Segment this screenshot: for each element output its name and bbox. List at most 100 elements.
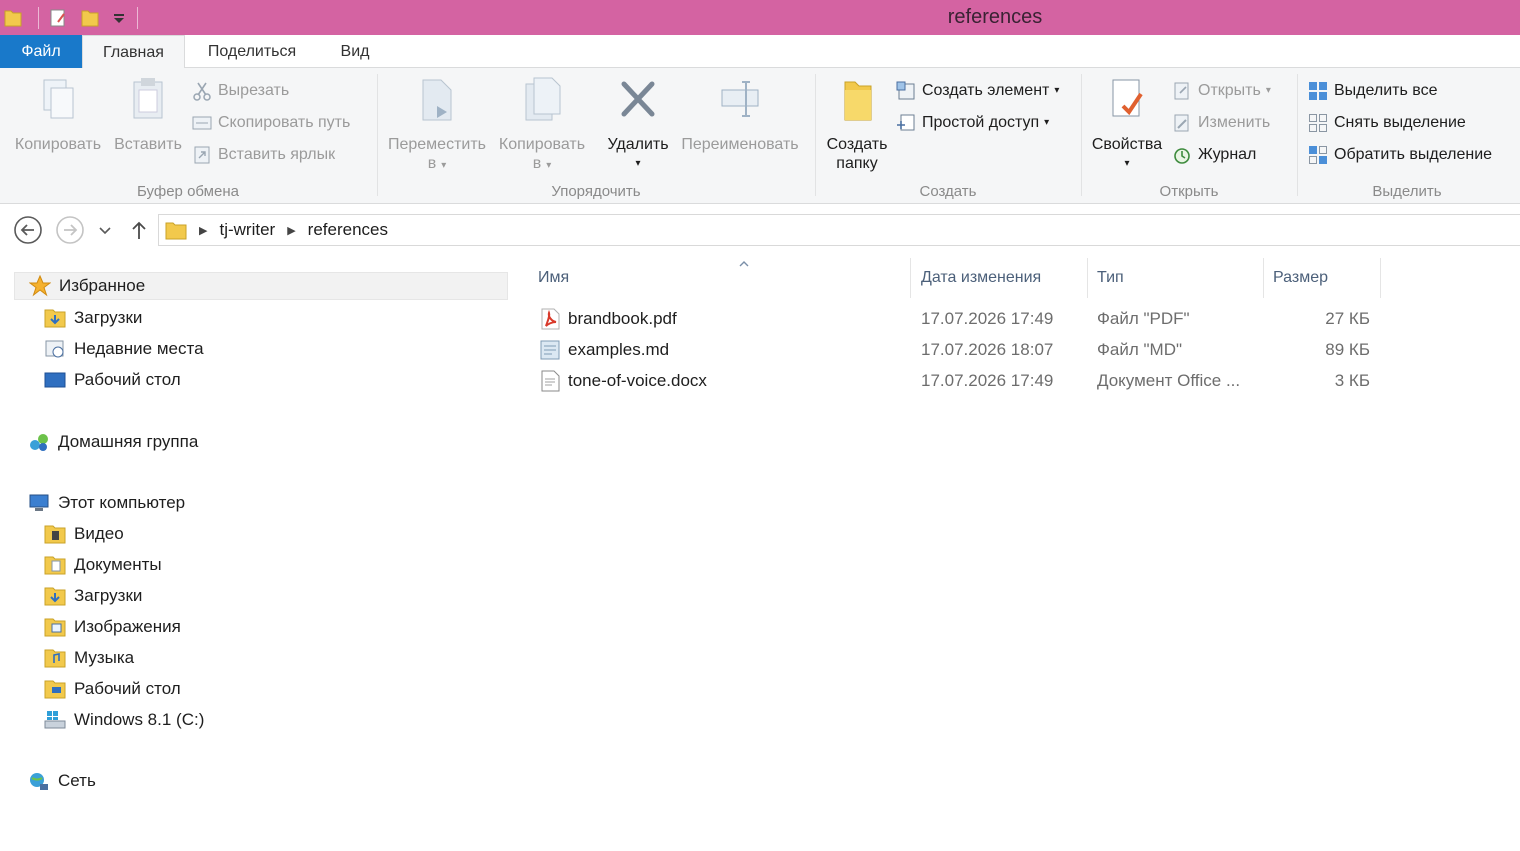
open-group-label: Открыть [1159, 183, 1219, 200]
file-row-examples[interactable]: examples.md 17.07.2026 18:07 Файл "MD" 8… [512, 335, 1392, 365]
recent-locations-button[interactable] [92, 215, 118, 245]
edit-icon [1174, 114, 1189, 132]
nav-this-pc[interactable]: Этот компьютер [28, 489, 185, 517]
nav-homegroup-label: Домашняя группа [58, 432, 199, 451]
breadcrumb-separator-icon[interactable]: ▶ [287, 224, 295, 237]
nav-item-label: Загрузки [74, 586, 143, 605]
paste-shortcut-button[interactable]: Вставить ярлык [192, 142, 335, 168]
copy-to-button[interactable]: Копировать в ▾ [492, 76, 592, 175]
open-dropdown-icon: ▾ [1265, 85, 1271, 96]
nav-documents[interactable]: Документы [44, 551, 162, 579]
delete-button[interactable]: Удалить ▾ [602, 76, 674, 173]
select-none-button[interactable]: Снять выделение [1308, 110, 1466, 136]
copy-to-icon [525, 77, 561, 121]
copy-button[interactable]: Копировать [10, 76, 106, 154]
invert-selection-label: Обратить выделение [1334, 146, 1493, 163]
column-divider[interactable] [1263, 258, 1264, 298]
column-divider[interactable] [1380, 258, 1381, 298]
open-button[interactable]: Открыть ▾ [1172, 78, 1271, 104]
history-button[interactable]: Журнал [1172, 142, 1256, 168]
tab-file[interactable]: Файл [0, 35, 82, 68]
nav-pictures[interactable]: Изображения [44, 613, 181, 641]
nav-favorites-downloads[interactable]: Загрузки [44, 304, 142, 332]
nav-videos[interactable]: Видео [44, 520, 124, 548]
nav-favorites-recent-places[interactable]: Недавние места [44, 335, 204, 363]
tab-view[interactable]: Вид [325, 35, 385, 68]
file-row-tone-of-voice[interactable]: tone-of-voice.docx 17.07.2026 17:49 Доку… [512, 366, 1392, 396]
recent-places-icon [45, 340, 64, 358]
paste-shortcut-label: Вставить ярлык [218, 146, 336, 163]
easy-access-button[interactable]: Простой доступ ▾ [896, 110, 1049, 136]
navigation-pane: Избранное Загрузки Недавние места Рабочи… [0, 262, 512, 851]
forward-button[interactable] [55, 215, 85, 245]
tab-share[interactable]: Поделиться [192, 35, 312, 68]
nav-favorites-desktop[interactable]: Рабочий стол [44, 366, 181, 394]
paste-shortcut-icon [194, 146, 210, 164]
invert-selection-button[interactable]: Обратить выделение [1308, 142, 1492, 168]
address-bar[interactable]: ▶ tj-writer ▶ references [158, 214, 1520, 246]
column-header-name[interactable]: Имя [538, 261, 910, 294]
file-type: Файл "MD" [1097, 340, 1183, 359]
properties-dropdown-icon[interactable]: ▾ [1088, 154, 1166, 173]
new-item-button[interactable]: Создать элемент ▾ [896, 78, 1059, 104]
nav-homegroup[interactable]: Домашняя группа [28, 428, 198, 456]
file-modified: 17.07.2026 18:07 [921, 340, 1054, 359]
new-group: Создать папку Создать элемент ▾ Простой д… [816, 68, 1080, 204]
scissors-icon [193, 82, 211, 101]
new-folder-button[interactable]: Создать папку [822, 76, 892, 173]
up-button[interactable] [124, 215, 154, 245]
open-icon [1174, 82, 1189, 100]
clipboard-group-label: Буфер обмена [137, 183, 239, 200]
breadcrumb-tj-writer[interactable]: tj-writer [219, 220, 275, 240]
edit-button[interactable]: Изменить [1172, 110, 1270, 136]
breadcrumb-separator-icon[interactable]: ▶ [199, 224, 207, 237]
column-header-type[interactable]: Тип [1097, 264, 1261, 294]
select-all-button[interactable]: Выделить все [1308, 78, 1437, 104]
tab-home[interactable]: Главная [82, 35, 185, 69]
music-folder-icon [44, 649, 66, 668]
nav-item-label: Недавние места [74, 339, 204, 358]
nav-music[interactable]: Музыка [44, 644, 134, 672]
delete-dropdown-icon[interactable]: ▾ [602, 154, 674, 173]
properties-button[interactable]: Свойства ▾ [1088, 76, 1166, 173]
column-header-size[interactable]: Размер [1273, 264, 1379, 294]
rename-button[interactable]: Переименовать [676, 76, 804, 154]
file-type: Файл "PDF" [1097, 309, 1190, 328]
copy-path-button[interactable]: Скопировать путь [192, 110, 350, 136]
nav-favorites[interactable]: Избранное [14, 272, 508, 300]
select-none-label: Снять выделение [1334, 114, 1466, 131]
breadcrumb-references[interactable]: references [308, 220, 388, 240]
properties-large-icon [1112, 79, 1143, 117]
downloads-folder-icon [44, 587, 66, 606]
cut-button[interactable]: Вырезать [192, 78, 289, 104]
file-row-brandbook[interactable]: brandbook.pdf 17.07.2026 17:49 Файл "PDF… [512, 304, 1392, 334]
move-to-button[interactable]: Переместить в ▾ [384, 76, 490, 175]
rename-label: Переименовать [681, 136, 799, 153]
nav-network-label: Сеть [58, 771, 96, 790]
back-button[interactable] [13, 215, 43, 245]
move-to-label: Переместить [387, 136, 487, 153]
move-to-label-2: в ▾ [427, 155, 447, 172]
file-name: brandbook.pdf [568, 309, 677, 328]
copy-path-icon [192, 116, 212, 130]
nav-drive-c[interactable]: Windows 8.1 (C:) [44, 706, 204, 734]
file-modified: 17.07.2026 17:49 [921, 371, 1054, 390]
desktop-folder-icon [44, 680, 66, 699]
nav-desktop[interactable]: Рабочий стол [44, 675, 181, 703]
folder-icon [165, 222, 187, 240]
nav-network[interactable]: Сеть [28, 767, 96, 795]
paste-button[interactable]: Вставить [108, 76, 188, 154]
copy-icon [43, 79, 74, 119]
nav-item-label: Рабочий стол [74, 679, 181, 698]
nav-item-label: Музыка [74, 648, 135, 667]
copy-to-label-2: в ▾ [532, 155, 552, 172]
column-header-modified[interactable]: Дата изменения [921, 264, 1085, 294]
paste-icon [133, 78, 163, 119]
nav-downloads[interactable]: Загрузки [44, 582, 142, 610]
new-item-icon [896, 81, 915, 100]
column-divider[interactable] [910, 258, 911, 298]
column-divider[interactable] [1087, 258, 1088, 298]
nav-item-label: Документы [74, 555, 162, 574]
edit-label: Изменить [1198, 114, 1271, 131]
nav-item-label: Windows 8.1 (C:) [74, 710, 205, 729]
